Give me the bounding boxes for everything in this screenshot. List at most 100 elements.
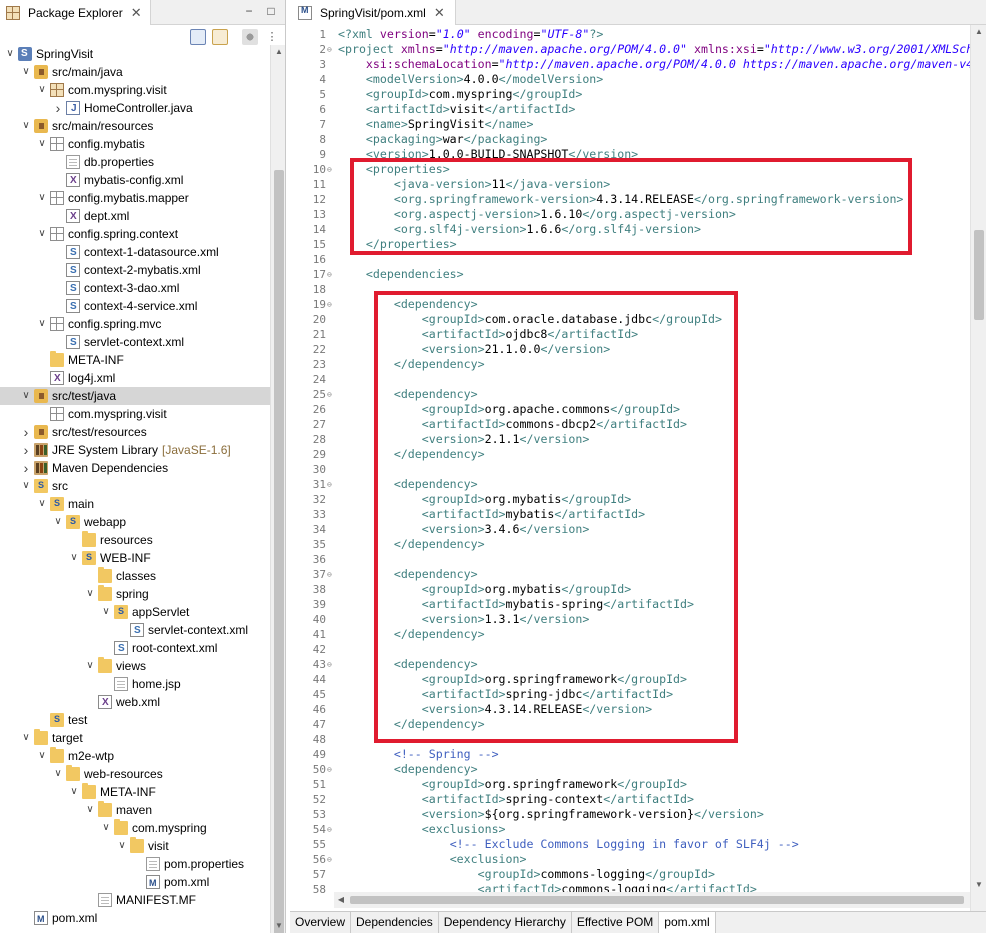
chevron-down-icon[interactable]: ∨ [20,477,32,495]
tree-item[interactable]: context-2-mybatis.xml [0,261,270,280]
tree-item[interactable]: ∨ views [0,657,270,675]
tab-dependency-hierarchy[interactable]: Dependency Hierarchy [438,912,572,933]
tab-overview[interactable]: Overview [290,912,352,933]
tree-item[interactable]: ∨ config.spring.context [0,225,270,243]
chevron-down-icon[interactable]: ∨ [20,387,32,405]
chevron-right-icon[interactable]: › [20,459,32,477]
tree-item[interactable]: › src/test/resources [0,423,270,441]
tree-item[interactable]: ∨ config.mybatis [0,135,270,153]
chevron-down-icon[interactable]: ∨ [20,63,32,81]
tree-item[interactable]: home.jsp [0,675,270,693]
tab-pom-xml[interactable]: pom.xml [659,912,716,933]
tree-item[interactable]: pom.properties [0,855,270,873]
tree-item[interactable]: ∨ m2e-wtp [0,747,270,765]
tree-item[interactable]: › HomeController.java [0,99,270,118]
tree-item[interactable]: ∨ maven [0,801,270,819]
fold-toggle-icon[interactable]: ⊖ [327,297,335,312]
focus-icon[interactable] [242,29,258,45]
chevron-down-icon[interactable]: ∨ [84,657,96,675]
tree-item[interactable]: ∨ web-resources [0,765,270,783]
fold-toggle-icon[interactable]: ⊖ [327,387,335,402]
chevron-down-icon[interactable]: ∨ [68,549,80,567]
tree-item[interactable]: web.xml [0,693,270,712]
chevron-right-icon[interactable]: › [20,423,32,441]
chevron-down-icon[interactable]: ∨ [84,585,96,603]
tree-item[interactable]: context-4-service.xml [0,297,270,316]
tree-item[interactable]: dept.xml [0,207,270,226]
tree-item[interactable]: ∨ com.myspring.visit [0,81,270,99]
chevron-down-icon[interactable]: ∨ [52,765,64,783]
tree-item[interactable]: classes [0,567,270,585]
package-explorer-tab[interactable]: Package Explorer ✕ [0,0,151,25]
chevron-right-icon[interactable]: › [20,441,32,459]
fold-toggle-icon[interactable]: ⊖ [327,42,335,57]
chevron-down-icon[interactable]: ∨ [36,189,48,207]
chevron-down-icon[interactable]: ∨ [116,837,128,855]
tab-dependencies[interactable]: Dependencies [351,912,439,933]
scroll-up-arrow-icon[interactable]: ▲ [974,27,984,37]
link-with-editor-icon[interactable] [212,29,228,45]
tree-item[interactable]: ∨ config.spring.mvc [0,315,270,333]
fold-toggle-icon[interactable]: ⊖ [327,567,335,582]
chevron-down-icon[interactable]: ∨ [36,225,48,243]
fold-toggle-icon[interactable]: ⊖ [327,267,335,282]
fold-toggle-icon[interactable]: ⊖ [327,822,335,837]
tree-item[interactable]: ∨ src/main/java [0,63,270,81]
fold-toggle-icon[interactable]: ⊖ [327,162,335,177]
tree-item[interactable]: mybatis-config.xml [0,171,270,190]
tree-item[interactable]: root-context.xml [0,639,270,658]
tree-item[interactable]: › Maven Dependencies [0,459,270,477]
chevron-down-icon[interactable]: ∨ [84,801,96,819]
tree-item[interactable]: log4j.xml [0,369,270,388]
tree-item[interactable]: › JRE System Library [JavaSE-1.6] [0,441,270,459]
editor-tab-pom[interactable]: SpringVisit/pom.xml ✕ [290,0,456,25]
tree-item[interactable]: ∨ webapp [0,512,270,531]
fold-toggle-icon[interactable]: ⊖ [327,762,335,777]
chevron-down-icon[interactable]: ∨ [20,729,32,747]
scroll-up-arrow-icon[interactable]: ▲ [274,47,284,57]
tree-item[interactable]: ∨ appServlet [0,602,270,621]
tree-item[interactable]: db.properties [0,153,270,171]
tree-item[interactable]: ∨ config.mybatis.mapper [0,189,270,207]
tree-item[interactable]: pom.xml [0,873,270,892]
chevron-down-icon[interactable]: ∨ [52,513,64,531]
chevron-down-icon[interactable]: ∨ [100,603,112,621]
fold-toggle-icon[interactable]: ⊖ [327,852,335,867]
fold-toggle-icon[interactable]: ⊖ [327,477,335,492]
tree-item[interactable]: ∨ com.myspring [0,819,270,837]
tree-item[interactable]: com.myspring.visit [0,405,270,423]
tree-item[interactable]: ∨ src/main/resources [0,117,270,135]
close-icon[interactable]: ✕ [131,5,142,21]
chevron-down-icon[interactable]: ∨ [100,819,112,837]
tree-item[interactable]: resources [0,531,270,549]
editor-scroll-thumb[interactable] [974,230,984,320]
chevron-down-icon[interactable]: ∨ [36,81,48,99]
maximize-icon[interactable]: □ [264,4,278,18]
tree-item[interactable]: ∨ visit [0,837,270,855]
explorer-vertical-scrollbar[interactable]: ▲ ▼ [270,45,285,933]
tree-item[interactable]: servlet-context.xml [0,333,270,352]
fold-toggle-icon[interactable]: ⊖ [327,657,335,672]
tree-item[interactable]: ∨ main [0,494,270,513]
tree-item[interactable]: META-INF [0,351,270,369]
tree-item[interactable]: ∨ SpringVisit [0,45,270,63]
tree-item[interactable]: servlet-context.xml [0,621,270,640]
editor-horizontal-scrollbar[interactable]: ◀ [334,892,970,908]
chevron-down-icon[interactable]: ∨ [36,747,48,765]
collapse-all-icon[interactable] [190,29,206,45]
chevron-down-icon[interactable]: ∨ [68,783,80,801]
tree-item[interactable]: ∨ target [0,729,270,747]
editor-vertical-scrollbar[interactable]: ▲ ▼ [970,25,986,911]
tree-item[interactable]: ∨ META-INF [0,783,270,801]
scroll-down-arrow-icon[interactable]: ▼ [974,880,984,890]
minimize-icon[interactable]: − [242,4,256,18]
chevron-down-icon[interactable]: ∨ [36,135,48,153]
chevron-down-icon[interactable]: ∨ [20,117,32,135]
tree-item[interactable]: ∨ spring [0,585,270,603]
tree-item[interactable]: ∨ src [0,476,270,495]
chevron-down-icon[interactable]: ∨ [36,495,48,513]
tree-item[interactable]: pom.xml [0,909,270,928]
tree-item[interactable]: context-3-dao.xml [0,279,270,298]
tree-item[interactable]: ∨ src/test/java [0,387,270,405]
chevron-right-icon[interactable]: › [52,99,64,117]
